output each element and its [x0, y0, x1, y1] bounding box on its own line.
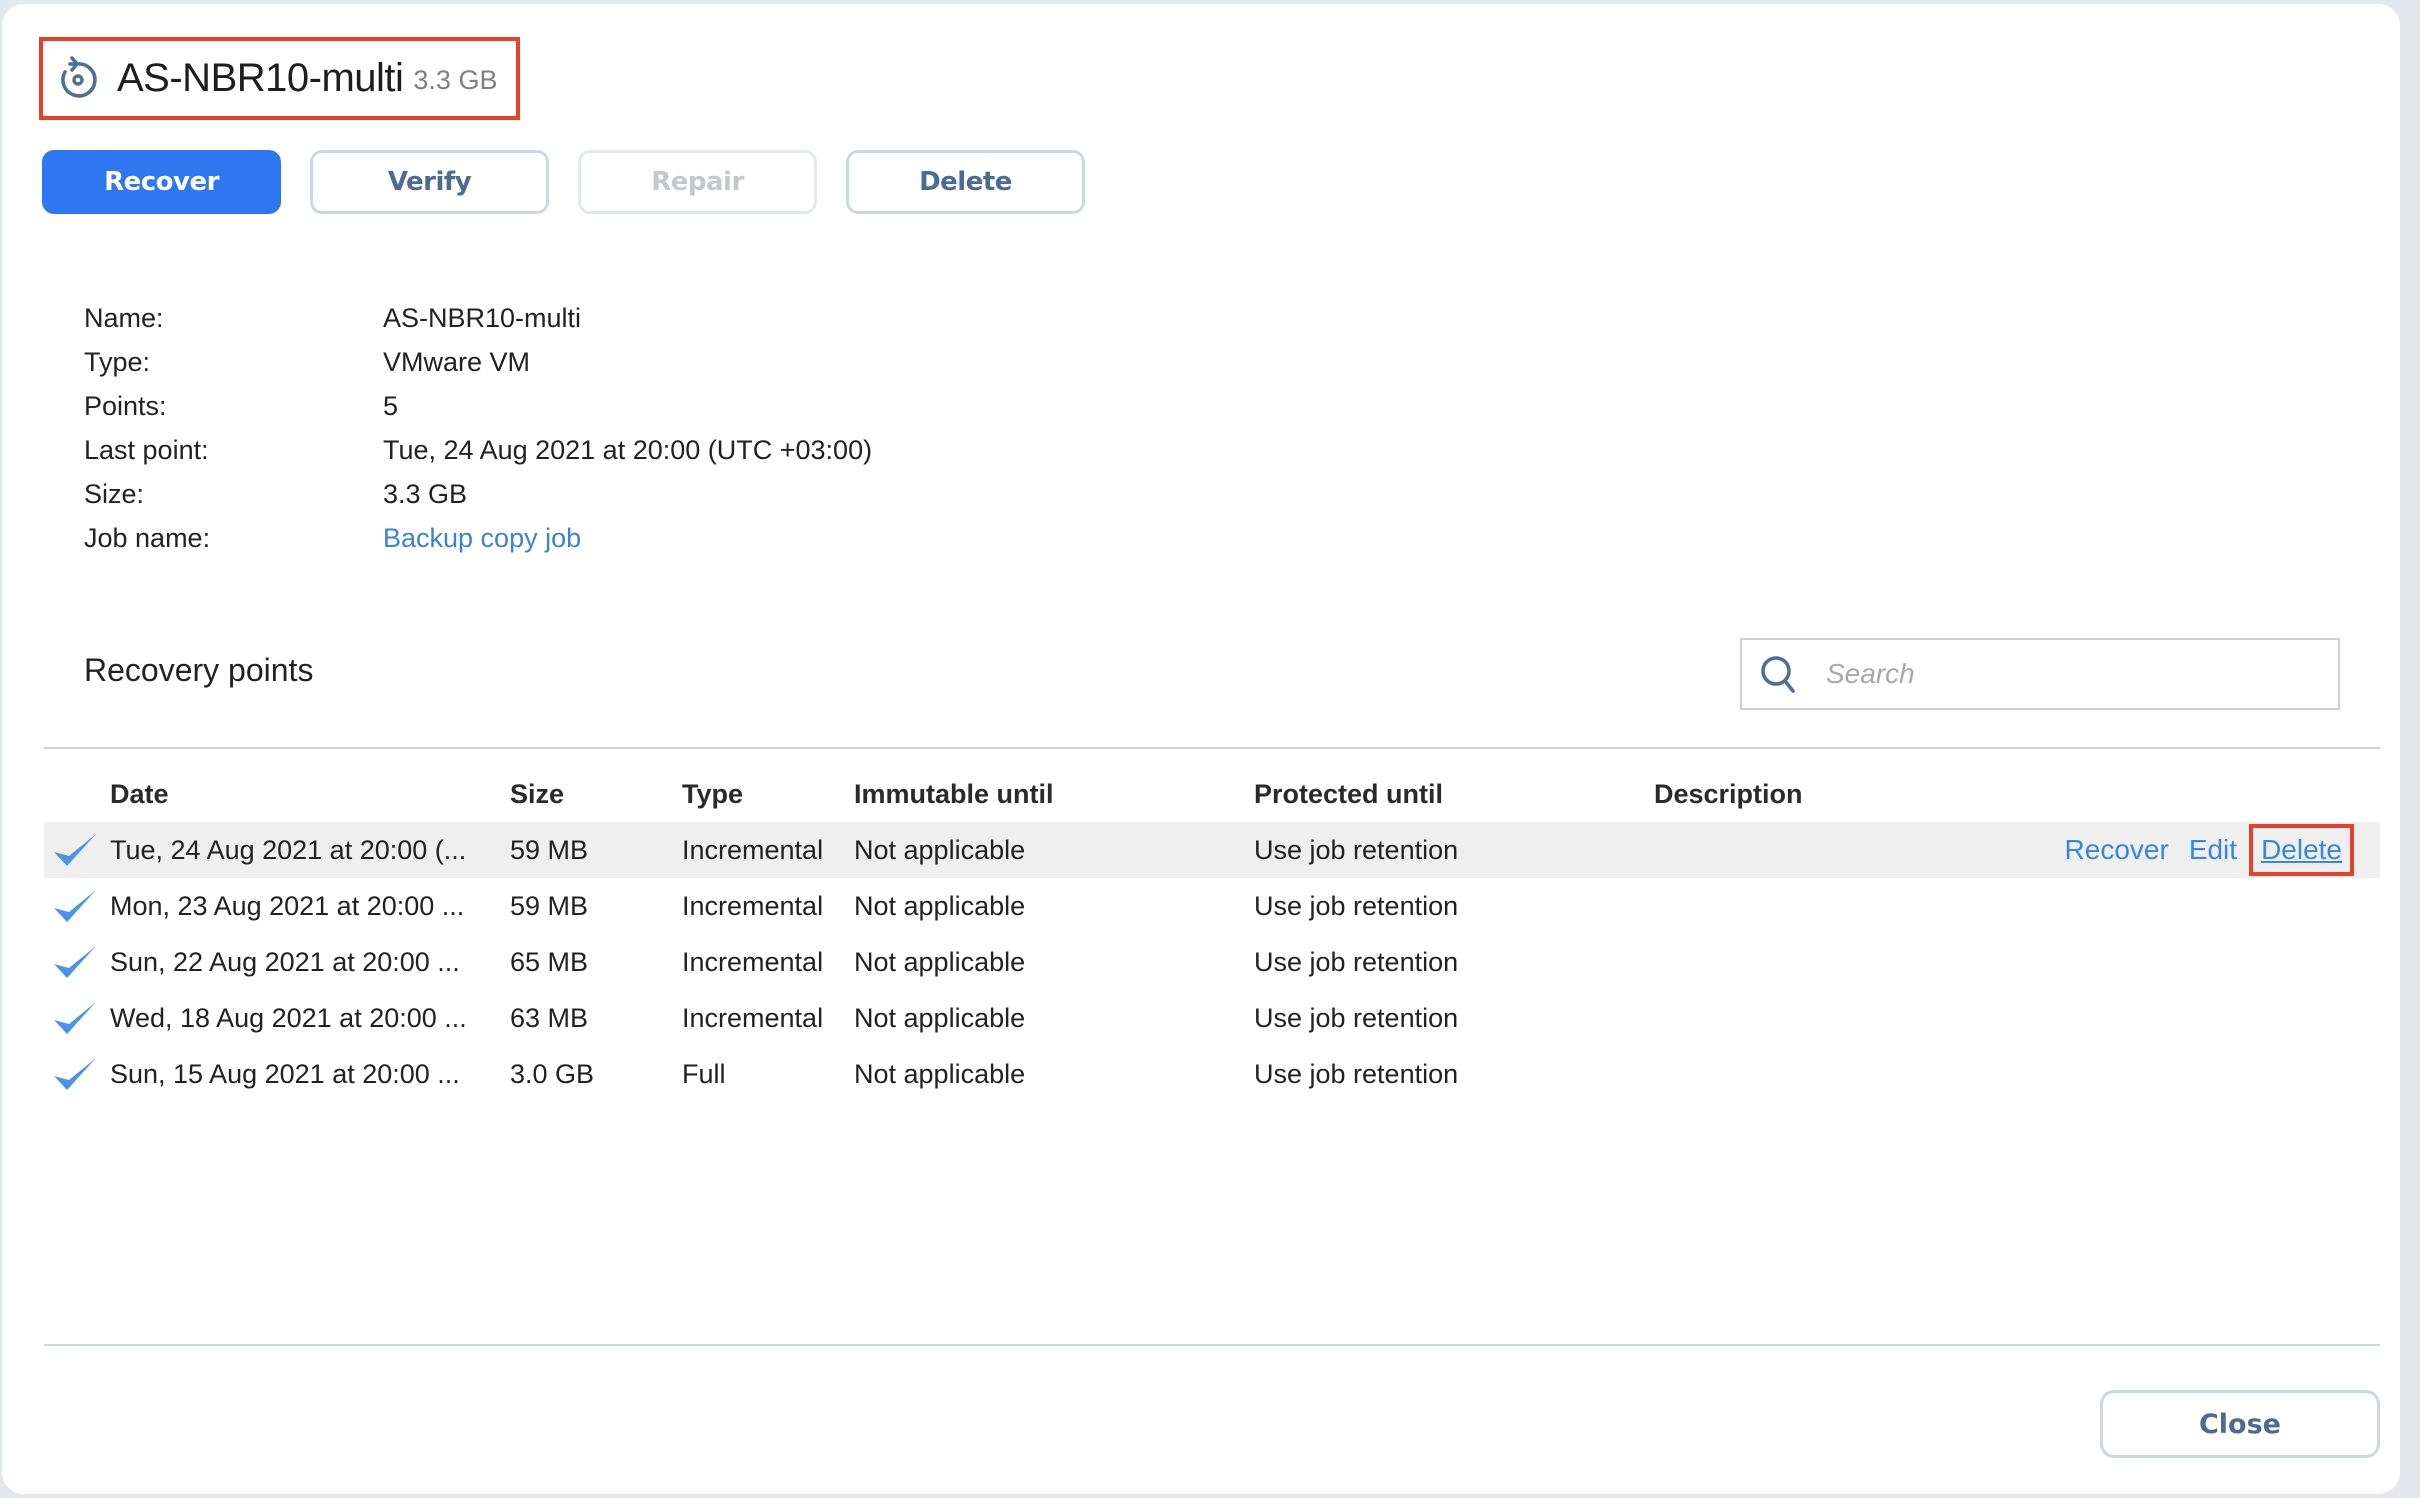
- row-size: 63 MB: [510, 1002, 589, 1033]
- restore-disk-icon: [61, 55, 97, 98]
- row-protected-until: Use job retention: [1254, 946, 1459, 977]
- close-button[interactable]: Close: [2100, 1390, 2380, 1458]
- row-size: 3.0 GB: [510, 1058, 595, 1089]
- row-immutable-until: Not applicable: [854, 1002, 1026, 1033]
- detail-size: Size: 3.3 GB: [84, 472, 872, 516]
- table-header: Date Size Type Immutable until Protected…: [44, 766, 2380, 822]
- column-header-description[interactable]: Description: [1654, 766, 1803, 822]
- table-row[interactable]: Mon, 23 Aug 2021 at 20:00 ... 59 MB Incr…: [44, 878, 2380, 934]
- row-date: Sun, 15 Aug 2021 at 20:00 ...: [110, 1058, 460, 1089]
- detail-value: 5: [383, 390, 399, 421]
- row-delete-link[interactable]: Delete: [2249, 824, 2354, 876]
- row-immutable-until: Not applicable: [854, 834, 1026, 865]
- check-icon: [50, 990, 100, 1046]
- check-icon: [50, 822, 100, 878]
- job-name-link[interactable]: Backup copy job: [383, 523, 581, 554]
- column-header-size[interactable]: Size: [510, 766, 564, 822]
- row-protected-until: Use job retention: [1254, 1002, 1459, 1033]
- row-date: Sun, 22 Aug 2021 at 20:00 ...: [110, 946, 460, 977]
- row-immutable-until: Not applicable: [854, 946, 1026, 977]
- column-header-date[interactable]: Date: [110, 766, 169, 822]
- detail-label: Points:: [84, 390, 167, 421]
- row-protected-until: Use job retention: [1254, 890, 1459, 921]
- column-header-type[interactable]: Type: [682, 766, 743, 822]
- row-size: 65 MB: [510, 946, 589, 977]
- check-icon: [50, 878, 100, 934]
- row-type: Incremental: [682, 890, 824, 921]
- row-type: Incremental: [682, 946, 824, 977]
- detail-name: Name: AS-NBR10-multi: [84, 296, 872, 340]
- backup-details: Name: AS-NBR10-multi Type: VMware VM Poi…: [84, 296, 872, 560]
- table-row[interactable]: Sun, 15 Aug 2021 at 20:00 ... 3.0 GB Ful…: [44, 1046, 2380, 1102]
- detail-label: Last point:: [84, 434, 209, 465]
- verify-button[interactable]: Verify: [310, 150, 549, 214]
- detail-last-point: Last point: Tue, 24 Aug 2021 at 20:00 (U…: [84, 428, 872, 472]
- recover-button[interactable]: Recover: [42, 150, 281, 214]
- row-size: 59 MB: [510, 834, 589, 865]
- repair-button: Repair: [578, 150, 817, 214]
- search-input[interactable]: [1826, 658, 2306, 690]
- recovery-points-heading: Recovery points: [84, 652, 314, 688]
- detail-job-name: Job name: Backup copy job: [84, 516, 872, 560]
- detail-value: 3.3 GB: [383, 478, 468, 509]
- detail-value: VMware VM: [383, 346, 531, 377]
- row-recover-link[interactable]: Recover: [2065, 834, 2169, 866]
- row-type: Incremental: [682, 834, 824, 865]
- row-type: Incremental: [682, 1002, 824, 1033]
- detail-points: Points: 5: [84, 384, 872, 428]
- table-row[interactable]: Tue, 24 Aug 2021 at 20:00 (... 59 MB Inc…: [44, 822, 2380, 878]
- row-immutable-until: Not applicable: [854, 1058, 1026, 1089]
- row-date: Mon, 23 Aug 2021 at 20:00 ...: [110, 890, 465, 921]
- recovery-points-table: Date Size Type Immutable until Protected…: [44, 766, 2380, 1102]
- footer-divider: [44, 1344, 2380, 1346]
- backup-size: 3.3 GB: [413, 65, 498, 95]
- check-icon: [50, 1046, 100, 1102]
- table-row[interactable]: Sun, 22 Aug 2021 at 20:00 ... 65 MB Incr…: [44, 934, 2380, 990]
- row-size: 59 MB: [510, 890, 589, 921]
- row-protected-until: Use job retention: [1254, 834, 1459, 865]
- detail-label: Size:: [84, 478, 145, 509]
- row-immutable-until: Not applicable: [854, 890, 1026, 921]
- row-protected-until: Use job retention: [1254, 1058, 1459, 1089]
- row-date: Tue, 24 Aug 2021 at 20:00 (...: [110, 834, 467, 865]
- dialog-header: AS-NBR10-multi 3.3 GB: [39, 37, 520, 120]
- table-row[interactable]: Wed, 18 Aug 2021 at 20:00 ... 63 MB Incr…: [44, 990, 2380, 1046]
- table-top-divider: [44, 747, 2380, 749]
- column-header-protected-until[interactable]: Protected until: [1254, 766, 1443, 822]
- delete-button[interactable]: Delete: [846, 150, 1085, 214]
- row-date: Wed, 18 Aug 2021 at 20:00 ...: [110, 1002, 467, 1033]
- search-field[interactable]: [1740, 638, 2340, 710]
- row-type: Full: [682, 1058, 726, 1089]
- dialog-title: AS-NBR10-multi: [117, 56, 404, 100]
- recovery-point-dialog: AS-NBR10-multi 3.3 GB Recover Verify Rep…: [2, 4, 2400, 1494]
- row-actions: Recover Edit Delete: [2045, 822, 2354, 878]
- column-header-immutable-until[interactable]: Immutable until: [854, 766, 1054, 822]
- search-icon: [1761, 656, 1795, 693]
- detail-label: Type:: [84, 346, 151, 377]
- detail-value: Tue, 24 Aug 2021 at 20:00 (UTC +03:00): [383, 434, 873, 465]
- detail-value: AS-NBR10-multi: [383, 302, 582, 333]
- detail-type: Type: VMware VM: [84, 340, 872, 384]
- detail-label: Name:: [84, 302, 164, 333]
- detail-label: Job name:: [84, 522, 211, 553]
- check-icon: [50, 934, 100, 990]
- row-edit-link[interactable]: Edit: [2189, 834, 2237, 866]
